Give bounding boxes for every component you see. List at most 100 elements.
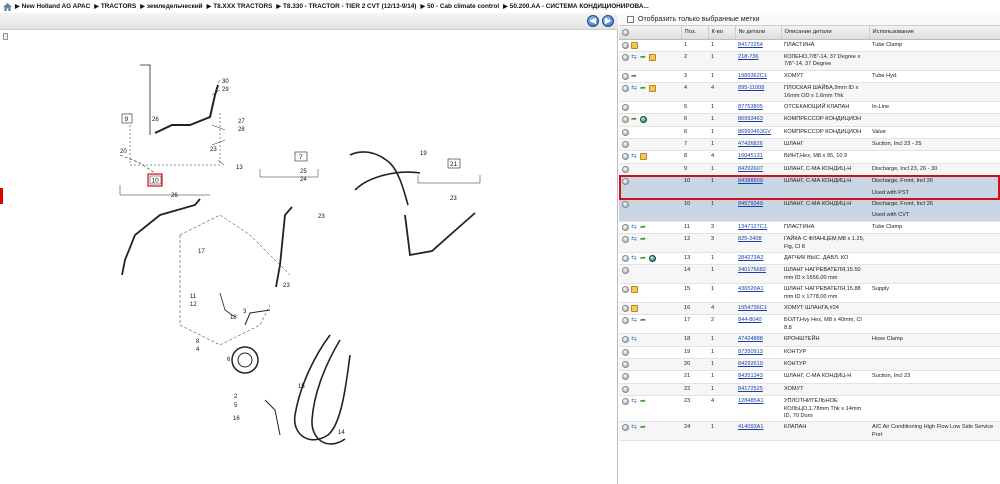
row-part-number-text[interactable]: 16045131 (738, 153, 763, 159)
info-circle-icon[interactable] (622, 255, 629, 263)
forward-arrow-icon[interactable]: ➦ (640, 224, 647, 231)
row-part-number-text[interactable]: 218-736 (738, 54, 759, 60)
table-row[interactable]: 19 1 87350913 КОНТУР (619, 346, 1000, 360)
breadcrumb-text[interactable]: 50 - Cab climate control (427, 3, 499, 10)
row-part-number-text[interactable]: 47424888 (738, 336, 763, 342)
header-qty[interactable]: К-во (708, 26, 736, 40)
info-circle-icon[interactable] (622, 85, 629, 93)
info-circle-icon[interactable] (622, 336, 629, 344)
info-circle-icon[interactable] (622, 267, 629, 275)
forward-arrow-icon[interactable]: ➦ (631, 73, 638, 80)
package-icon[interactable] (631, 305, 638, 313)
row-part-number[interactable]: 218-736 (735, 51, 781, 71)
swap-icon[interactable]: ⇆ (631, 153, 638, 160)
row-part-number[interactable]: 128485A1 (735, 395, 781, 423)
breadcrumb-item[interactable]: ▶ земледельческий (140, 3, 202, 10)
table-row[interactable]: 6 1 86993463GV КОМПРЕССОР КОНДИЦИОН Value (619, 126, 1000, 140)
row-part-number-text[interactable]: 84172254 (738, 42, 763, 48)
show-selected-checkbox[interactable] (627, 15, 634, 23)
table-row[interactable]: 9 1 84292607 ШЛАНГ, С-МА КОНДИЦ-Н Discharge,… (619, 163, 1000, 177)
row-part-number[interactable]: 414093A1 (735, 421, 781, 442)
info-circle-icon[interactable] (622, 286, 629, 294)
table-row[interactable]: 15 1 436520A1 ШЛАНГ НАГРЕВАТЕЛЯ,15.88 mm ID… (619, 283, 1000, 304)
info-circle-icon[interactable] (622, 103, 629, 111)
swap-icon[interactable]: ⇆ (631, 85, 638, 92)
swap-icon[interactable]: ⇆ (631, 236, 638, 243)
forward-arrow-icon[interactable]: ➦ (640, 54, 647, 61)
row-part-number-text[interactable]: 84292619 (738, 361, 763, 367)
info-circle-icon[interactable] (622, 361, 629, 369)
row-part-number[interactable]: 844-8040 (735, 314, 781, 335)
row-part-number[interactable]: 825-2408 (735, 233, 781, 254)
row-part-number[interactable]: 284273A2 (735, 252, 781, 266)
table-row[interactable]: 16 4 1954736C1 ХОМУТ ШЛАНГА,#24 (619, 302, 1000, 316)
package-icon[interactable] (649, 85, 656, 93)
row-part-number-text[interactable]: 84579349 (738, 201, 763, 207)
zoom-handle-icon[interactable] (3, 33, 8, 40)
swap-icon[interactable]: ⇆ (631, 255, 638, 262)
panel-resize-marker[interactable] (0, 188, 3, 204)
back-button[interactable]: ◀ (587, 15, 599, 27)
header-part-number[interactable]: № детали (735, 26, 782, 40)
home-icon[interactable] (3, 2, 12, 11)
table-row[interactable]: ➦ 6 1 86993463 КОМПРЕССОР КОНДИЦИОН (619, 113, 1000, 127)
row-part-number-text[interactable]: 47426826 (738, 141, 763, 147)
forward-arrow-icon[interactable]: ➦ (640, 255, 647, 262)
breadcrumb-text[interactable]: T8.330 - TRACTOR - TIER 2 CVT (12/13-9/1… (283, 3, 416, 10)
row-part-number-text[interactable]: 84351343 (738, 373, 763, 379)
table-row[interactable]: ⇆ ➦ 11 3 1347127C1 ПЛАСТИНА Tube Clamp (619, 221, 1000, 235)
row-part-number[interactable]: 1954736C1 (735, 302, 781, 316)
row-part-number-text[interactable]: 84388609 (738, 178, 763, 184)
table-row[interactable]: 10 1 84579349 ШЛАНГ, С-МА КОНДИЦ-Н Discharge… (619, 198, 1000, 222)
row-part-number[interactable]: 86993463 (735, 113, 781, 127)
breadcrumb-item[interactable]: ▶ 50.200.AA - СИСТЕМА КОНДИЦИОНИРОВА... (503, 3, 649, 10)
info-circle-icon[interactable] (622, 236, 629, 244)
table-row[interactable]: ⇆ ➦ 2 1 218-736 КОЛЕНО,7/8"-14, 37 Degree x 7… (619, 51, 1000, 71)
forward-button[interactable]: ▶ (602, 15, 614, 27)
row-part-number-text[interactable]: 87753805 (738, 104, 763, 110)
row-part-number[interactable]: 84292619 (735, 358, 781, 372)
forward-arrow-icon[interactable]: ➦ (640, 398, 647, 405)
table-row[interactable]: 14 1 340176682 ШЛАНГ НАГРЕВАТЕЛЯ,15.50 mm I… (619, 264, 1000, 285)
row-part-number[interactable]: 47426826 (735, 138, 781, 152)
breadcrumb-item[interactable]: ▶ T8.330 - TRACTOR - TIER 2 CVT (12/13-9/… (276, 3, 416, 10)
row-part-number-text[interactable]: 825-2408 (738, 236, 762, 242)
table-row[interactable]: ⇆ ➦ 24 1 414093A1 КЛАПАН A/C Air Conditioning … (619, 421, 1000, 442)
info-circle-icon[interactable] (622, 128, 629, 136)
forward-arrow-icon[interactable]: ➦ (640, 317, 647, 324)
info-circle-icon[interactable] (622, 373, 629, 381)
swap-icon[interactable]: ⇆ (631, 424, 638, 431)
table-row[interactable]: ⇆ 18 1 47424888 КРОНШТЕЙН Hose Clamp (619, 333, 1000, 347)
row-part-number-text[interactable]: 84292607 (738, 166, 763, 172)
info-circle-icon[interactable] (622, 317, 629, 325)
row-part-number-text[interactable]: 1954736C1 (738, 305, 767, 311)
row-part-number[interactable]: 86993463GV (735, 126, 781, 140)
info-circle-icon[interactable] (622, 116, 629, 124)
swap-icon[interactable]: ⇆ (631, 54, 638, 61)
header-description[interactable]: Описание детали (781, 26, 870, 40)
info-circle-icon[interactable] (622, 201, 629, 209)
row-part-number-text[interactable]: 844-8040 (738, 317, 762, 323)
info-circle-icon[interactable] (622, 41, 629, 49)
row-part-number[interactable]: 87753805 (735, 101, 781, 115)
header-pos[interactable]: Поз. (681, 26, 709, 40)
forward-arrow-icon[interactable]: ➦ (640, 236, 647, 243)
package-icon[interactable] (631, 286, 638, 294)
info-circle-icon[interactable] (622, 305, 629, 313)
row-part-number-text[interactable]: 436520A1 (738, 286, 764, 292)
row-part-number[interactable]: 84388609 (735, 175, 781, 200)
breadcrumb-text[interactable]: T8.XXX TRACTORS (213, 3, 272, 10)
forward-arrow-icon[interactable]: ➦ (640, 85, 647, 92)
row-part-number-text[interactable]: 86993463GV (738, 129, 771, 135)
breadcrumb-text[interactable]: New Holland AG APAC (22, 3, 91, 10)
info-circle-icon[interactable] (622, 424, 629, 432)
row-part-number[interactable]: 84351343 (735, 370, 781, 384)
table-row[interactable]: 10 1 84388609 ШЛАНГ, С-МА КОНДИЦ-Н Discharge… (619, 175, 1000, 200)
table-row[interactable]: 22 1 84172525 ХОМУТ (619, 383, 1000, 397)
table-row[interactable]: 20 1 84292619 КОНТУР (619, 358, 1000, 372)
row-part-number-text[interactable]: 1989362C1 (738, 73, 767, 79)
table-row[interactable]: 1 1 84172254 ПЛАСТИНА Tube Clamp (619, 39, 1000, 52)
breadcrumb-item[interactable]: ▶ New Holland AG APAC (15, 3, 90, 10)
row-part-number[interactable]: 47424888 (735, 333, 781, 347)
info-circle-icon[interactable] (622, 178, 629, 186)
